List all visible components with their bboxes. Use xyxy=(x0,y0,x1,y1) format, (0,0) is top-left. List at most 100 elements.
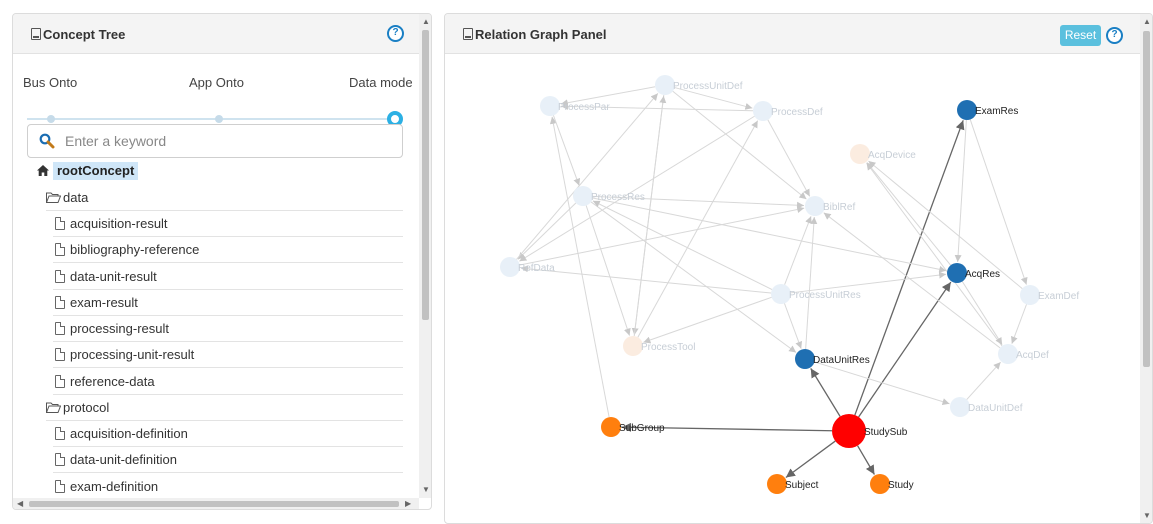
slider-stop-data-mode[interactable]: Data mode xyxy=(349,75,413,90)
graph-node-processunitdef[interactable]: ProcessUnitDef xyxy=(655,75,743,95)
tree-item[interactable]: reference-data xyxy=(53,369,403,395)
document-icon xyxy=(31,28,41,40)
graph-node-circle[interactable] xyxy=(540,96,560,116)
graph-node-circle[interactable] xyxy=(573,186,593,206)
scroll-up-arrow[interactable]: ▲ xyxy=(1143,18,1151,26)
graph-node-label: ExamDef xyxy=(1038,291,1079,302)
scroll-down-arrow[interactable]: ▼ xyxy=(1143,512,1151,520)
tree-folder-label: protocol xyxy=(63,400,110,415)
graph-node-label: ProcessUnitRes xyxy=(789,290,861,301)
graph-node-circle[interactable] xyxy=(601,417,621,437)
graph-edge-processunitres-biblref xyxy=(784,216,812,285)
graph-edge-acqdef-biblref xyxy=(823,212,1001,349)
tree-horizontal-scrollbar[interactable]: ◀ ▶ xyxy=(13,498,419,509)
tree-item[interactable]: acquisition-result xyxy=(53,211,403,237)
graph-node-studysub[interactable]: StudySub xyxy=(832,414,908,448)
graph-node-subgroup[interactable]: SubGroup xyxy=(601,417,665,437)
graph-node-acqdef[interactable]: AcqDef xyxy=(998,344,1049,364)
slider-tick[interactable] xyxy=(47,115,55,123)
tree-item[interactable]: acquisition-definition xyxy=(53,421,403,447)
help-icon[interactable]: ? xyxy=(1106,27,1123,44)
tree-folder-protocol[interactable]: protocol xyxy=(46,395,403,421)
graph-edge-processres-dataunitres xyxy=(590,201,797,353)
graph-node-dataunitres[interactable]: DataUnitRes xyxy=(795,349,870,369)
graph-node-circle[interactable] xyxy=(795,349,815,369)
graph-node-label: ExamRes xyxy=(975,106,1018,117)
scroll-right-arrow[interactable]: ▶ xyxy=(405,500,411,508)
slider-stop-bus-onto[interactable]: Bus Onto xyxy=(23,75,77,90)
graph-edge-examres-examdef xyxy=(969,119,1028,285)
file-icon xyxy=(55,480,65,493)
tree-item-label: reference-data xyxy=(70,374,155,389)
graph-vertical-scrollbar[interactable]: ▲ ▼ xyxy=(1140,14,1152,523)
scrollbar-thumb[interactable] xyxy=(29,501,399,507)
scrollbar-thumb[interactable] xyxy=(1143,31,1150,367)
graph-node-processtool[interactable]: ProcessTool xyxy=(623,336,695,356)
scroll-down-arrow[interactable]: ▼ xyxy=(422,486,430,494)
tree-folder-data[interactable]: data xyxy=(46,185,403,211)
graph-node-subject[interactable]: Subject xyxy=(767,474,819,494)
slider-tick[interactable] xyxy=(215,115,223,123)
scroll-up-arrow[interactable]: ▲ xyxy=(422,18,430,26)
graph-node-circle[interactable] xyxy=(500,257,520,277)
graph-node-circle[interactable] xyxy=(850,144,870,164)
reset-button[interactable]: Reset xyxy=(1060,25,1101,46)
file-icon xyxy=(55,243,65,256)
file-icon xyxy=(55,296,65,309)
graph-node-examdef[interactable]: ExamDef xyxy=(1020,285,1079,305)
relation-graph-canvas[interactable]: StudySub SubGroup Subject Study DataUnitRes A… xyxy=(445,55,1139,524)
graph-edge-refdata-biblref xyxy=(519,206,805,266)
tree-item-label: acquisition-definition xyxy=(70,426,188,441)
tree-item-label: exam-result xyxy=(70,295,138,310)
graph-node-circle[interactable] xyxy=(950,397,970,417)
graph-node-circle[interactable] xyxy=(832,414,866,448)
search-box[interactable] xyxy=(27,124,403,158)
graph-node-circle[interactable] xyxy=(1020,285,1040,305)
graph-node-circle[interactable] xyxy=(957,100,977,120)
graph-edge-processtool-processunitdef xyxy=(633,95,667,337)
graph-node-acqres[interactable]: AcqRes xyxy=(947,263,1000,283)
graph-node-circle[interactable] xyxy=(870,474,890,494)
graph-edge-subgroup-processpar xyxy=(549,116,610,418)
tree-item[interactable]: exam-definition xyxy=(53,474,403,500)
graph-node-label: DataUnitRes xyxy=(813,355,870,366)
graph-node-examres[interactable]: ExamRes xyxy=(957,100,1018,120)
graph-node-processunitres[interactable]: ProcessUnitRes xyxy=(771,284,861,304)
tree-item[interactable]: processing-result xyxy=(53,316,403,342)
graph-node-circle[interactable] xyxy=(947,263,967,283)
file-icon xyxy=(55,453,65,466)
tree-item[interactable]: processing-unit-result xyxy=(53,342,403,368)
tree-item[interactable]: data-unit-definition xyxy=(53,447,403,473)
graph-node-circle[interactable] xyxy=(767,474,787,494)
graph-node-circle[interactable] xyxy=(753,101,773,121)
help-icon[interactable]: ? xyxy=(387,25,404,42)
graph-node-circle[interactable] xyxy=(623,336,643,356)
graph-node-acqdevice[interactable]: AcqDevice xyxy=(850,144,916,164)
graph-nodes[interactable]: StudySub SubGroup Subject Study DataUnitRes A… xyxy=(500,75,1079,494)
slider-stop-app-onto[interactable]: App Onto xyxy=(189,75,244,90)
graph-node-circle[interactable] xyxy=(771,284,791,304)
tree-item[interactable]: exam-result xyxy=(53,290,403,316)
graph-node-dataunitdef[interactable]: DataUnitDef xyxy=(950,397,1023,417)
search-input[interactable] xyxy=(63,131,393,151)
graph-node-processdef[interactable]: ProcessDef xyxy=(753,101,823,121)
graph-node-circle[interactable] xyxy=(805,196,825,216)
tree-item-label: data-unit-result xyxy=(70,269,157,284)
tree-folder-label: data xyxy=(63,190,89,205)
graph-edge-examdef-acqdef xyxy=(1011,304,1027,344)
tree-item[interactable]: data-unit-result xyxy=(53,264,403,290)
graph-node-processpar[interactable]: ProcessPar xyxy=(540,96,610,116)
graph-node-study[interactable]: Study xyxy=(870,474,914,494)
tree-item-label: data-unit-definition xyxy=(70,452,177,467)
root-concept-label[interactable]: rootConcept xyxy=(53,162,139,180)
scroll-left-arrow[interactable]: ◀ xyxy=(17,500,23,508)
scrollbar-thumb[interactable] xyxy=(422,30,429,320)
graph-node-processres[interactable]: ProcessRes xyxy=(573,186,645,206)
tree-vertical-scrollbar[interactable]: ▲ ▼ xyxy=(419,14,431,498)
tree-item[interactable]: bibliography-reference xyxy=(53,237,403,263)
graph-node-circle[interactable] xyxy=(655,75,675,95)
ontology-slider-track[interactable] xyxy=(27,118,395,120)
graph-node-circle[interactable] xyxy=(998,344,1018,364)
graph-edge-refdata-processunitdef xyxy=(516,93,659,260)
graph-node-biblref[interactable]: BiblRef xyxy=(805,196,855,216)
